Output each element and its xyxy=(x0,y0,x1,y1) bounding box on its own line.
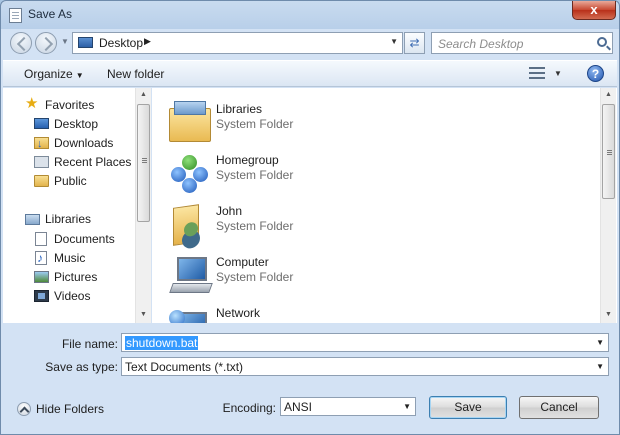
videos-icon xyxy=(34,290,49,302)
desktop-icon xyxy=(34,118,49,129)
nav-label: Music xyxy=(54,251,86,265)
command-bar: Organize ▼ New folder ▼ ? xyxy=(3,60,617,87)
libraries-folder-icon xyxy=(169,101,211,142)
file-type: System Folder xyxy=(216,117,294,131)
hide-folders-label: Hide Folders xyxy=(36,402,105,416)
file-name: John xyxy=(216,204,243,218)
save-type-dropdown-icon[interactable]: ▼ xyxy=(596,362,604,371)
file-type: System Folder xyxy=(216,270,294,284)
recent-pages-dropdown[interactable]: ▼ xyxy=(61,37,69,47)
save-type-value: Text Documents (*.txt) xyxy=(125,360,244,374)
scroll-up-icon[interactable]: ▲ xyxy=(605,91,612,98)
file-list-scrollbar[interactable]: ▲ ▼ xyxy=(600,88,616,323)
libraries-icon xyxy=(25,214,40,225)
network-icon xyxy=(169,306,211,323)
title-bar: Save As x xyxy=(1,1,619,29)
forward-button[interactable] xyxy=(35,32,57,54)
nav-label: Videos xyxy=(54,289,91,303)
back-button[interactable] xyxy=(10,32,32,54)
nav-label: Public xyxy=(54,174,87,188)
desktop-icon xyxy=(78,37,93,48)
pictures-icon xyxy=(34,271,49,283)
search-box[interactable]: Search Desktop xyxy=(431,32,613,54)
chevron-up-icon xyxy=(17,402,31,416)
scroll-down-icon[interactable]: ▼ xyxy=(140,311,147,318)
navigation-pane: ★ Favorites Desktop Downloads Recent Pla… xyxy=(3,88,151,323)
encoding-dropdown-icon[interactable]: ▼ xyxy=(403,402,411,411)
save-type-select[interactable]: Text Documents (*.txt) ▼ xyxy=(121,357,609,376)
file-name-label: File name: xyxy=(61,337,118,351)
save-as-dialog: Save As x ▼ Desktop ▶ ▼ ⇄ Search Desktop… xyxy=(0,0,620,435)
file-type: System Folder xyxy=(216,219,294,233)
nav-label: Downloads xyxy=(54,136,114,150)
help-button[interactable]: ? xyxy=(587,65,604,82)
scroll-down-icon[interactable]: ▼ xyxy=(605,311,612,318)
file-item-computer[interactable]: Computer System Folder xyxy=(167,255,567,303)
new-folder-button[interactable]: New folder xyxy=(107,67,164,81)
close-button[interactable]: x xyxy=(572,1,616,20)
file-name-input[interactable]: shutdown.bat xyxy=(125,336,199,350)
encoding-value: ANSI xyxy=(284,400,313,414)
file-item-network[interactable]: Network xyxy=(167,306,567,323)
cancel-button[interactable]: Cancel xyxy=(519,396,599,419)
search-input[interactable]: Search Desktop xyxy=(438,37,523,51)
file-name: Computer xyxy=(216,255,269,269)
nav-label: Favorites xyxy=(45,98,95,112)
file-list: Libraries System Folder Homegroup System… xyxy=(152,88,617,323)
address-bar[interactable]: Desktop ▶ ▼ xyxy=(72,32,403,54)
file-name: Network xyxy=(216,306,261,320)
breadcrumb-arrow[interactable]: ▶ xyxy=(144,36,151,47)
save-type-label: Save as type: xyxy=(45,360,118,374)
recent-places-icon xyxy=(34,156,49,168)
file-name-field[interactable]: shutdown.bat ▼ xyxy=(121,333,609,352)
file-scroll-thumb[interactable] xyxy=(602,104,615,199)
file-type: System Folder xyxy=(216,168,294,182)
address-dropdown-icon[interactable]: ▼ xyxy=(390,37,398,46)
nav-label: Desktop xyxy=(54,117,99,131)
organize-button[interactable]: Organize ▼ xyxy=(24,67,84,81)
downloads-icon xyxy=(34,135,49,153)
search-icon[interactable] xyxy=(597,37,607,47)
folder-icon xyxy=(34,175,49,187)
notepad-icon xyxy=(9,8,22,23)
scroll-up-icon[interactable]: ▲ xyxy=(140,91,147,98)
computer-icon xyxy=(169,255,213,295)
file-item-libraries[interactable]: Libraries System Folder xyxy=(167,101,567,150)
file-name-selected-text: shutdown.bat xyxy=(125,336,199,350)
user-folder-icon xyxy=(173,204,199,246)
organize-label: Organize xyxy=(24,67,73,81)
music-icon xyxy=(35,249,47,267)
nav-label: Pictures xyxy=(54,270,98,284)
homegroup-icon xyxy=(169,153,211,193)
nav-label: Libraries xyxy=(45,212,92,226)
encoding-select[interactable]: ANSI ▼ xyxy=(280,397,416,416)
refresh-button[interactable]: ⇄ xyxy=(404,32,425,54)
file-item-homegroup[interactable]: Homegroup System Folder xyxy=(167,153,567,201)
star-icon: ★ xyxy=(25,95,39,112)
view-dropdown-icon[interactable]: ▼ xyxy=(554,69,562,78)
chevron-down-icon: ▼ xyxy=(75,71,84,80)
nav-scroll-thumb[interactable] xyxy=(137,104,150,222)
file-item-john[interactable]: John System Folder xyxy=(167,204,567,252)
documents-icon xyxy=(35,232,47,246)
file-name-dropdown-icon[interactable]: ▼ xyxy=(596,338,604,347)
nav-pane-scrollbar[interactable]: ▲ ▼ xyxy=(135,88,151,323)
nav-label: Documents xyxy=(54,232,115,246)
window-title: Save As xyxy=(28,7,73,21)
save-button[interactable]: Save xyxy=(429,396,507,419)
view-options-icon[interactable] xyxy=(529,66,545,80)
address-location[interactable]: Desktop xyxy=(99,36,143,50)
encoding-label: Encoding: xyxy=(222,401,276,415)
nav-label: Recent Places xyxy=(54,155,132,169)
file-name: Homegroup xyxy=(216,153,279,167)
file-name: Libraries xyxy=(216,102,263,116)
